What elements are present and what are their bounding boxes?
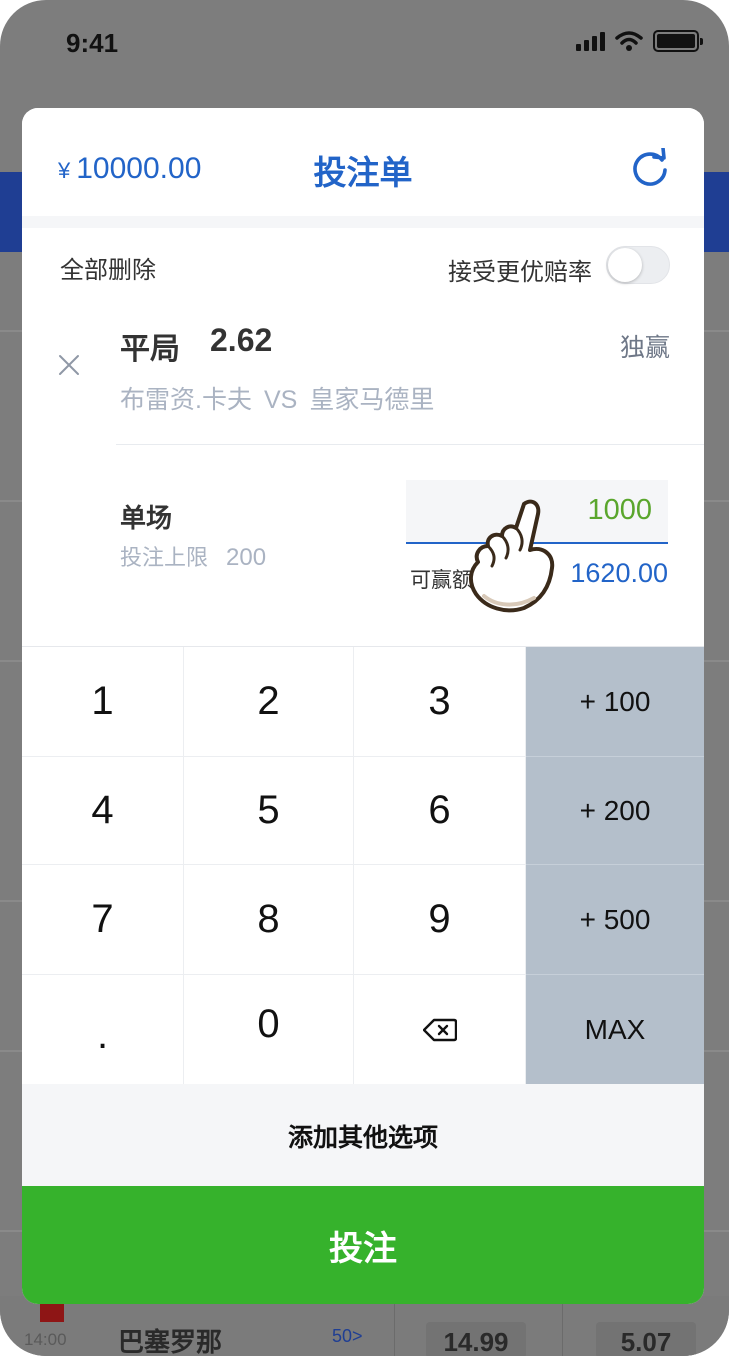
bet-type-label: 独赢 bbox=[619, 334, 670, 362]
signal-icon bbox=[576, 31, 605, 51]
background-odd: 14.99 bbox=[426, 1322, 526, 1356]
key-1[interactable]: 1 bbox=[22, 647, 184, 757]
hand-pointer-icon bbox=[469, 499, 555, 613]
selection-name: 平局 bbox=[120, 333, 180, 366]
key-dot[interactable]: . bbox=[22, 975, 184, 1085]
quick-add-500-button[interactable]: + 500 bbox=[526, 865, 704, 975]
header-gap bbox=[22, 216, 704, 228]
key-8[interactable]: 8 bbox=[184, 865, 354, 975]
quick-add-200-button[interactable]: + 200 bbox=[526, 757, 704, 865]
key-3[interactable]: 3 bbox=[354, 647, 526, 757]
bet-selection-item: 平局 2.62 独赢 布雷资.卡夫 VS 皇家马德里 bbox=[22, 308, 704, 446]
key-0[interactable]: 0 bbox=[184, 975, 354, 1085]
phone-screen: 14:00 巴塞罗那 50> 14.99 5.07 9:41 ¥10000.00… bbox=[0, 0, 729, 1356]
accept-better-odds-toggle[interactable] bbox=[606, 246, 670, 284]
slip-options-row: 全部删除 接受更优赔率 bbox=[22, 228, 704, 298]
accept-better-odds-label: 接受更优赔率 bbox=[448, 259, 592, 286]
refresh-icon[interactable] bbox=[630, 148, 670, 188]
background-team-name: 巴塞罗那 bbox=[118, 1327, 223, 1356]
quick-add-100-button[interactable]: + 100 bbox=[526, 647, 704, 757]
item-divider bbox=[116, 444, 704, 445]
numeric-keypad: 1 2 3 + 100 4 5 6 + 200 7 8 9 + 500 . 0 … bbox=[22, 646, 704, 1085]
backspace-button[interactable] bbox=[354, 975, 526, 1085]
bet-slip-sheet: ¥10000.00 投注单 全部删除 接受更优赔率 平局 2.62 独赢 布雷资… bbox=[22, 108, 704, 1304]
background-separator bbox=[562, 1296, 563, 1356]
potential-win-value: 1620.00 bbox=[570, 558, 668, 588]
wifi-icon bbox=[615, 31, 643, 51]
bet-limit-value: 200 bbox=[226, 544, 267, 571]
match-teams: 布雷资.卡夫 VS 皇家马德里 bbox=[120, 380, 434, 416]
background-match-time: 14:00 bbox=[24, 1330, 67, 1349]
max-stake-button[interactable]: MAX bbox=[526, 975, 704, 1085]
page-title: 投注单 bbox=[313, 154, 413, 191]
background-more-link: 50> bbox=[332, 1326, 363, 1346]
selection-odds: 2.62 bbox=[210, 322, 273, 358]
bet-limit: 投注上限 200 bbox=[120, 540, 266, 572]
delete-all-button[interactable]: 全部删除 bbox=[60, 250, 156, 285]
key-2[interactable]: 2 bbox=[184, 647, 354, 757]
place-bet-button[interactable]: 投注 bbox=[22, 1186, 704, 1304]
status-icons bbox=[576, 30, 703, 52]
key-9[interactable]: 9 bbox=[354, 865, 526, 975]
key-4[interactable]: 4 bbox=[22, 757, 184, 865]
background-odd: 5.07 bbox=[596, 1322, 696, 1356]
vs-label: VS bbox=[263, 386, 298, 414]
key-5[interactable]: 5 bbox=[184, 757, 354, 865]
bet-slip-header: ¥10000.00 投注单 bbox=[22, 108, 704, 224]
close-icon[interactable] bbox=[56, 352, 82, 378]
single-bet-label: 单场 bbox=[120, 503, 173, 533]
battery-icon bbox=[653, 30, 703, 52]
key-6[interactable]: 6 bbox=[354, 757, 526, 865]
status-time: 9:41 bbox=[66, 28, 119, 58]
backspace-icon bbox=[422, 1018, 457, 1041]
stake-value: 1000 bbox=[587, 494, 652, 526]
background-separator bbox=[394, 1296, 395, 1356]
key-7[interactable]: 7 bbox=[22, 865, 184, 975]
away-team: 皇家马德里 bbox=[309, 386, 435, 414]
home-team: 布雷资.卡夫 bbox=[120, 386, 252, 414]
bet-limit-label: 投注上限 bbox=[120, 545, 209, 570]
add-other-options-button[interactable]: 添加其他选项 bbox=[22, 1084, 704, 1188]
